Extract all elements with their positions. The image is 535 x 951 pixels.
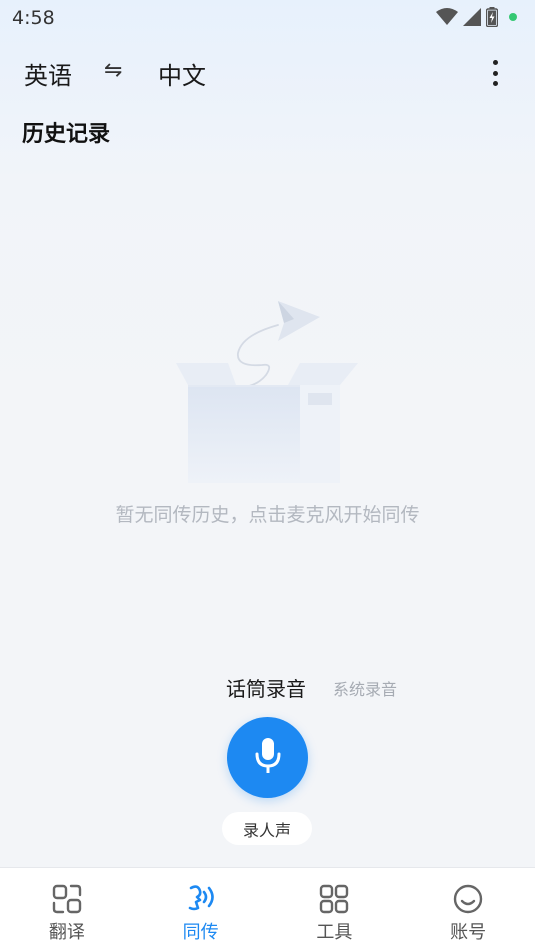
nav-item-account[interactable]: 账号	[401, 868, 535, 951]
tab-system-recording[interactable]: 系统录音	[333, 676, 397, 700]
wifi-icon	[436, 8, 458, 26]
nav-item-translate[interactable]: 翻译	[0, 868, 134, 951]
grid-tools-icon	[317, 882, 351, 916]
nav-item-tools[interactable]: 工具	[268, 868, 402, 951]
nav-label-account: 账号	[450, 922, 487, 943]
empty-history-message: 暂无同传历史，点击麦克风开始同传	[115, 504, 420, 526]
smiley-account-icon	[451, 882, 485, 916]
status-time: 4:58	[12, 7, 55, 29]
language-bar: 英语 ⇋ 中文	[0, 52, 535, 92]
status-dot	[509, 13, 517, 21]
source-language-selector[interactable]: 英语	[24, 56, 72, 91]
interpret-icon	[184, 882, 218, 916]
status-bar: 4:58	[0, 0, 535, 38]
cell-signal-icon	[463, 8, 481, 26]
start-interpreting-button[interactable]	[227, 717, 308, 798]
bottom-nav: 翻译 同传 工具 账号	[0, 867, 535, 951]
status-icons	[436, 7, 517, 27]
battery-charging-icon	[486, 7, 498, 27]
voice-chip-label: 录人声	[242, 820, 291, 840]
tab-mic-recording[interactable]: 话筒录音	[226, 673, 306, 702]
more-vertical-icon[interactable]	[483, 58, 507, 88]
nav-item-interpret[interactable]: 同传	[134, 868, 268, 951]
translate-icon	[50, 882, 84, 916]
target-language-selector[interactable]: 中文	[158, 56, 206, 91]
history-title: 历史记录	[22, 122, 111, 147]
nav-label-translate: 翻译	[48, 922, 85, 943]
nav-label-interpret: 同传	[182, 922, 219, 943]
record-mode-tabs: 话筒录音 系统录音	[0, 673, 535, 701]
microphone-icon	[253, 736, 283, 780]
empty-box-illustration	[170, 295, 365, 485]
swap-languages-button[interactable]: ⇋	[104, 58, 122, 83]
nav-label-tools: 工具	[316, 922, 353, 943]
voice-record-chip[interactable]: 录人声	[222, 812, 312, 845]
